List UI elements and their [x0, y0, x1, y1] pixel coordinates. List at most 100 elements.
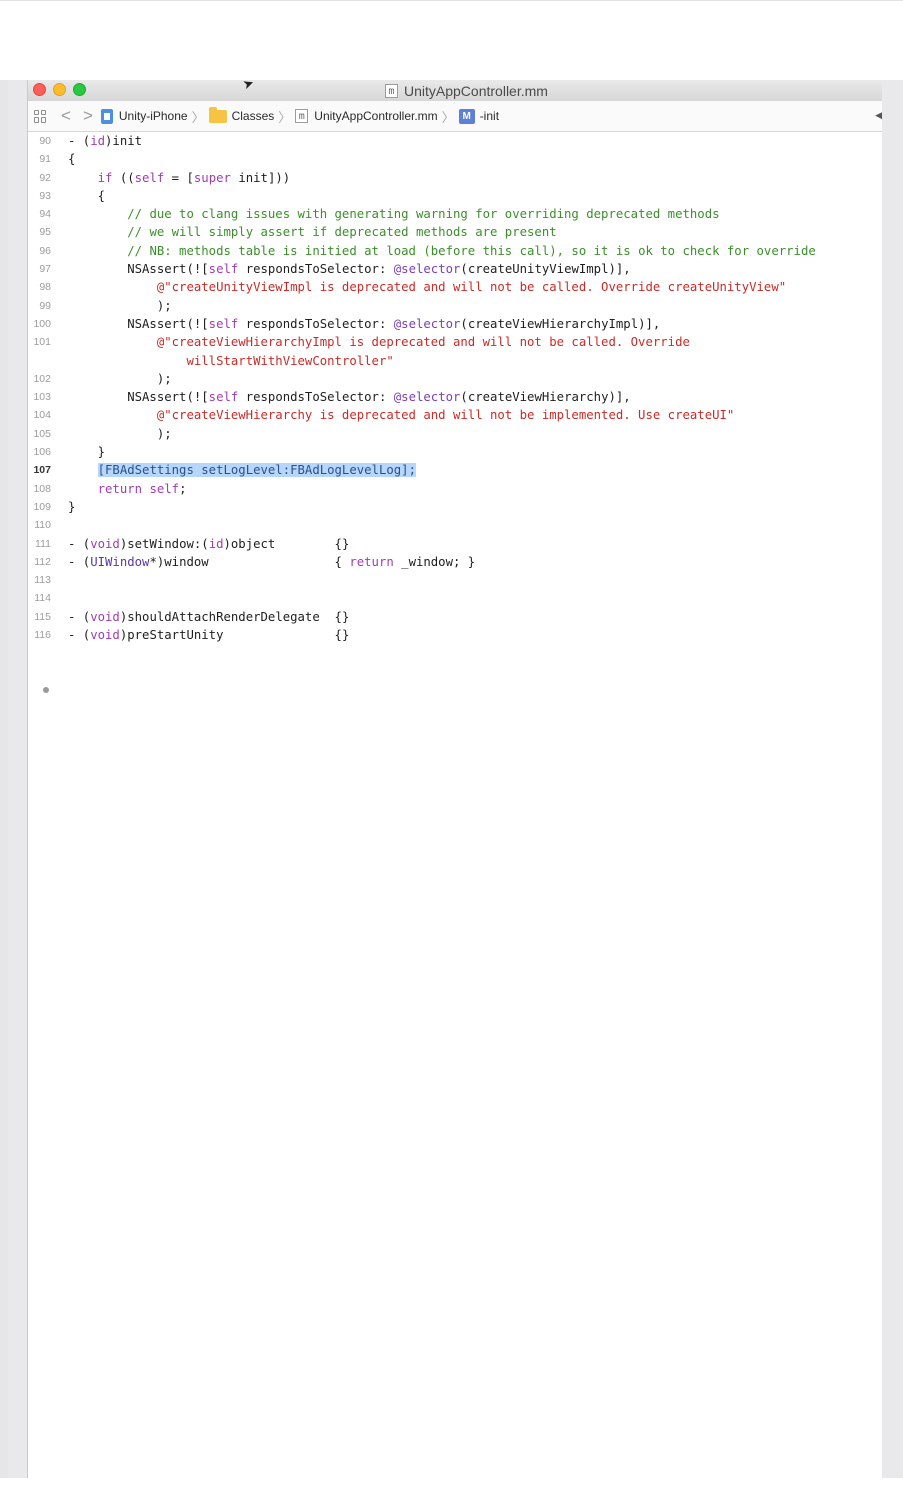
- line-number: 110: [34, 519, 51, 532]
- code-line[interactable]: 114: [28, 589, 882, 607]
- code-line[interactable]: willStartWithViewController": [28, 352, 882, 370]
- line-number: 99: [39, 299, 51, 312]
- line-number: 103: [33, 391, 51, 404]
- code-line[interactable]: 99 );: [28, 297, 882, 315]
- code-line[interactable]: 103 NSAssert(![self respondsToSelector: …: [28, 388, 882, 406]
- page-bottom-margin: [0, 1478, 903, 1508]
- line-number: 108: [33, 482, 51, 495]
- code-line[interactable]: 95 // we will simply assert if deprecate…: [28, 223, 882, 241]
- line-number: 109: [33, 500, 51, 513]
- left-gutter-strip: [0, 80, 8, 1478]
- code-line[interactable]: 92 if ((self = [super init])): [28, 169, 882, 187]
- line-number: 104: [33, 409, 51, 422]
- code-text: );: [68, 371, 172, 386]
- source-editor[interactable]: 90 - (id)init 91 {92 if ((self = [super ini…: [28, 132, 882, 644]
- code-text: - (UIWindow*)window { return _window; }: [68, 554, 476, 569]
- code-line[interactable]: 116 - (void)preStartUnity {}: [28, 626, 882, 644]
- breadcrumb-project-label: Unity-iPhone: [118, 109, 188, 123]
- breadcrumb-file[interactable]: m UnityAppController.mm 〉: [295, 107, 458, 126]
- breadcrumb-separator-icon: 〉: [278, 109, 292, 125]
- scroll-indicator-dot: [43, 687, 49, 693]
- line-number: 92: [39, 171, 51, 184]
- breadcrumb-method[interactable]: M -init: [458, 108, 499, 124]
- breadcrumb-group[interactable]: Classes 〉: [208, 106, 296, 126]
- line-number: 91: [39, 153, 51, 166]
- line-number: 105: [33, 427, 51, 440]
- code-text: }: [68, 499, 76, 514]
- objc-file-icon: m: [295, 109, 309, 123]
- line-number: 97: [39, 263, 51, 276]
- code-text: );: [68, 298, 172, 313]
- code-line[interactable]: 96 // NB: methods table is initied at lo…: [28, 242, 882, 260]
- code-line[interactable]: 104 @"createViewHierarchy is deprecated …: [28, 406, 882, 424]
- code-line[interactable]: 98 @"createUnityViewImpl is deprecated a…: [28, 278, 882, 296]
- code-line[interactable]: 107 [FBAdSettings setLogLevel:FBAdLogLev…: [28, 461, 882, 479]
- code-line[interactable]: 100 NSAssert(![self respondsToSelector: …: [28, 315, 882, 333]
- xcode-window: ➤ m UnityAppController.mm < > Unity-iPho…: [27, 75, 882, 1478]
- code-line[interactable]: 112 - (UIWindow*)window { return _window;…: [28, 553, 882, 571]
- code-text: // NB: methods table is initied at load …: [127, 243, 816, 258]
- code-line[interactable]: 108 return self;: [28, 480, 882, 498]
- line-number: 112: [34, 555, 51, 568]
- code-line[interactable]: 97 NSAssert(![self respondsToSelector: @…: [28, 260, 882, 278]
- code-line[interactable]: 101 @"createViewHierarchyImpl is depreca…: [28, 333, 882, 351]
- page-top-margin: [0, 0, 903, 80]
- line-number: 116: [34, 629, 51, 642]
- code-text: {: [68, 188, 106, 203]
- line-number: 113: [34, 574, 51, 587]
- line-number: 114: [34, 592, 51, 605]
- line-number: 102: [33, 372, 51, 385]
- jump-bar-overflow-icon[interactable]: ◀: [875, 110, 882, 121]
- code-line[interactable]: 106 }: [28, 443, 882, 461]
- forward-arrow-button[interactable]: >: [83, 106, 93, 126]
- code-text: );: [68, 426, 172, 441]
- code-line[interactable]: 111 - (void)setWindow:(id)object {}: [28, 535, 882, 553]
- breadcrumb-separator-icon: 〉: [191, 109, 205, 125]
- line-number: 98: [39, 281, 51, 294]
- code-text: @"createUnityViewImpl is deprecated and …: [156, 280, 787, 295]
- code-line[interactable]: 93 {: [28, 187, 882, 205]
- back-arrow-button[interactable]: <: [61, 106, 71, 126]
- line-number: 107: [33, 464, 51, 477]
- minimize-window-button[interactable]: [53, 83, 66, 96]
- code-text: willStartWithViewController": [186, 353, 394, 368]
- code-text: - (void)setWindow:(id)object {}: [68, 536, 350, 551]
- code-line[interactable]: 110: [28, 516, 882, 534]
- code-text: // we will simply assert if deprecated m…: [127, 225, 557, 240]
- code-text: // due to clang issues with generating w…: [127, 207, 720, 222]
- window-title-group: m UnityAppController.mm: [385, 81, 548, 101]
- zoom-window-button[interactable]: [73, 83, 86, 96]
- code-line[interactable]: 115 - (void)shouldAttachRenderDelegate {}: [28, 608, 882, 626]
- close-window-button[interactable]: [33, 83, 46, 96]
- code-text: }: [68, 445, 106, 460]
- line-number: 100: [33, 317, 51, 330]
- line-number: 101: [33, 336, 51, 349]
- related-items-grid-icon[interactable]: [34, 109, 47, 123]
- code-line[interactable]: 113: [28, 571, 882, 589]
- breadcrumb-group-label: Classes: [231, 109, 275, 123]
- window-title: UnityAppController.mm: [404, 83, 548, 99]
- code-text: NSAssert(![self respondsToSelector: @sel…: [68, 316, 661, 331]
- code-text: return self;: [97, 481, 187, 496]
- line-number: 93: [39, 189, 51, 202]
- code-line[interactable]: 91 {: [28, 150, 882, 168]
- line-number: 96: [39, 244, 51, 257]
- code-line[interactable]: 105 );: [28, 425, 882, 443]
- line-number: 111: [35, 537, 51, 550]
- code-text: - (void)shouldAttachRenderDelegate {}: [68, 609, 350, 624]
- code-text: - (void)preStartUnity {}: [68, 628, 350, 643]
- method-icon: M: [458, 108, 475, 124]
- title-bar[interactable]: ➤ m UnityAppController.mm: [28, 75, 882, 102]
- code-text: NSAssert(![self respondsToSelector: @sel…: [68, 390, 631, 405]
- breadcrumb-project[interactable]: Unity-iPhone 〉: [100, 107, 209, 126]
- line-number: 115: [34, 610, 51, 623]
- breadcrumb-separator-icon: 〉: [441, 109, 455, 125]
- line-number: 90: [39, 135, 51, 147]
- code-line[interactable]: 94 // due to clang issues with generatin…: [28, 205, 882, 223]
- code-line[interactable]: 90 - (id)init: [28, 132, 882, 150]
- code-line[interactable]: 102 );: [28, 370, 882, 388]
- code-line[interactable]: 109}: [28, 498, 882, 516]
- breadcrumb-file-label: UnityAppController.mm: [314, 109, 438, 123]
- code-text: [FBAdSettings setLogLevel:FBAdLogLevelLo…: [97, 463, 416, 478]
- folder-icon: [208, 106, 227, 123]
